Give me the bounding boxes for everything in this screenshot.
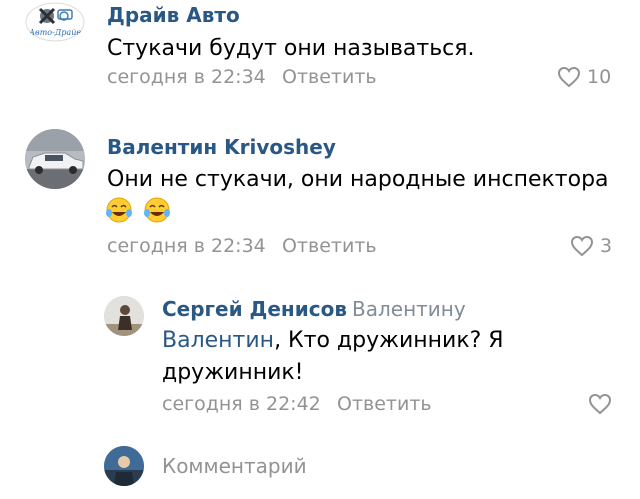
reply-button[interactable]: Ответить: [282, 68, 377, 87]
like-button[interactable]: 3: [570, 235, 612, 257]
heart-icon: [570, 235, 594, 257]
comment-text: Стукачи будут они называться.: [107, 36, 475, 61]
like-count: 3: [600, 234, 613, 257]
comment-text: Валентин, Кто дружинник? Я: [162, 326, 504, 356]
current-user-photo: [104, 446, 144, 486]
tears-of-joy-emoji: [105, 197, 133, 223]
comment-text-line: дружинник!: [162, 360, 304, 385]
like-button[interactable]: 10: [557, 66, 611, 88]
comment-author[interactable]: Сергей Денисов: [162, 299, 347, 319]
reply-to-label[interactable]: Валентину: [352, 299, 466, 319]
comment-input[interactable]: Комментарий: [162, 456, 307, 476]
avatar-logo-text: Авто-Драйв: [28, 28, 81, 37]
auto-drive-logo-icon: Авто-Драйв: [25, 2, 85, 42]
comment-text-part: , Кто дружинник? Я: [274, 328, 504, 353]
reply-button[interactable]: Ответить: [282, 237, 377, 256]
avatar[interactable]: Авто-Драйв: [25, 2, 85, 42]
like-button[interactable]: [588, 393, 618, 415]
mention-link[interactable]: Валентин: [162, 328, 274, 353]
avatar[interactable]: [104, 296, 144, 336]
comment-author[interactable]: Драйв Авто: [107, 5, 240, 25]
heart-icon: [557, 66, 581, 88]
user-photo: [104, 296, 144, 336]
comment-timestamp: сегодня в 22:42: [162, 393, 321, 415]
comment-timestamp: сегодня в 22:34: [107, 235, 266, 257]
comment-text: Они не стукачи, они народные инспектора: [107, 167, 609, 192]
avatar[interactable]: [25, 129, 85, 189]
tears-of-joy-emoji: [143, 197, 171, 223]
composer-avatar: [104, 446, 144, 486]
heart-icon: [588, 393, 612, 415]
comment-author[interactable]: Валентин Krivoshey: [107, 137, 336, 157]
comment-timestamp: сегодня в 22:34: [107, 66, 266, 88]
like-count: 10: [587, 65, 612, 88]
reply-button[interactable]: Ответить: [337, 395, 432, 414]
white-car-photo: [25, 129, 85, 189]
